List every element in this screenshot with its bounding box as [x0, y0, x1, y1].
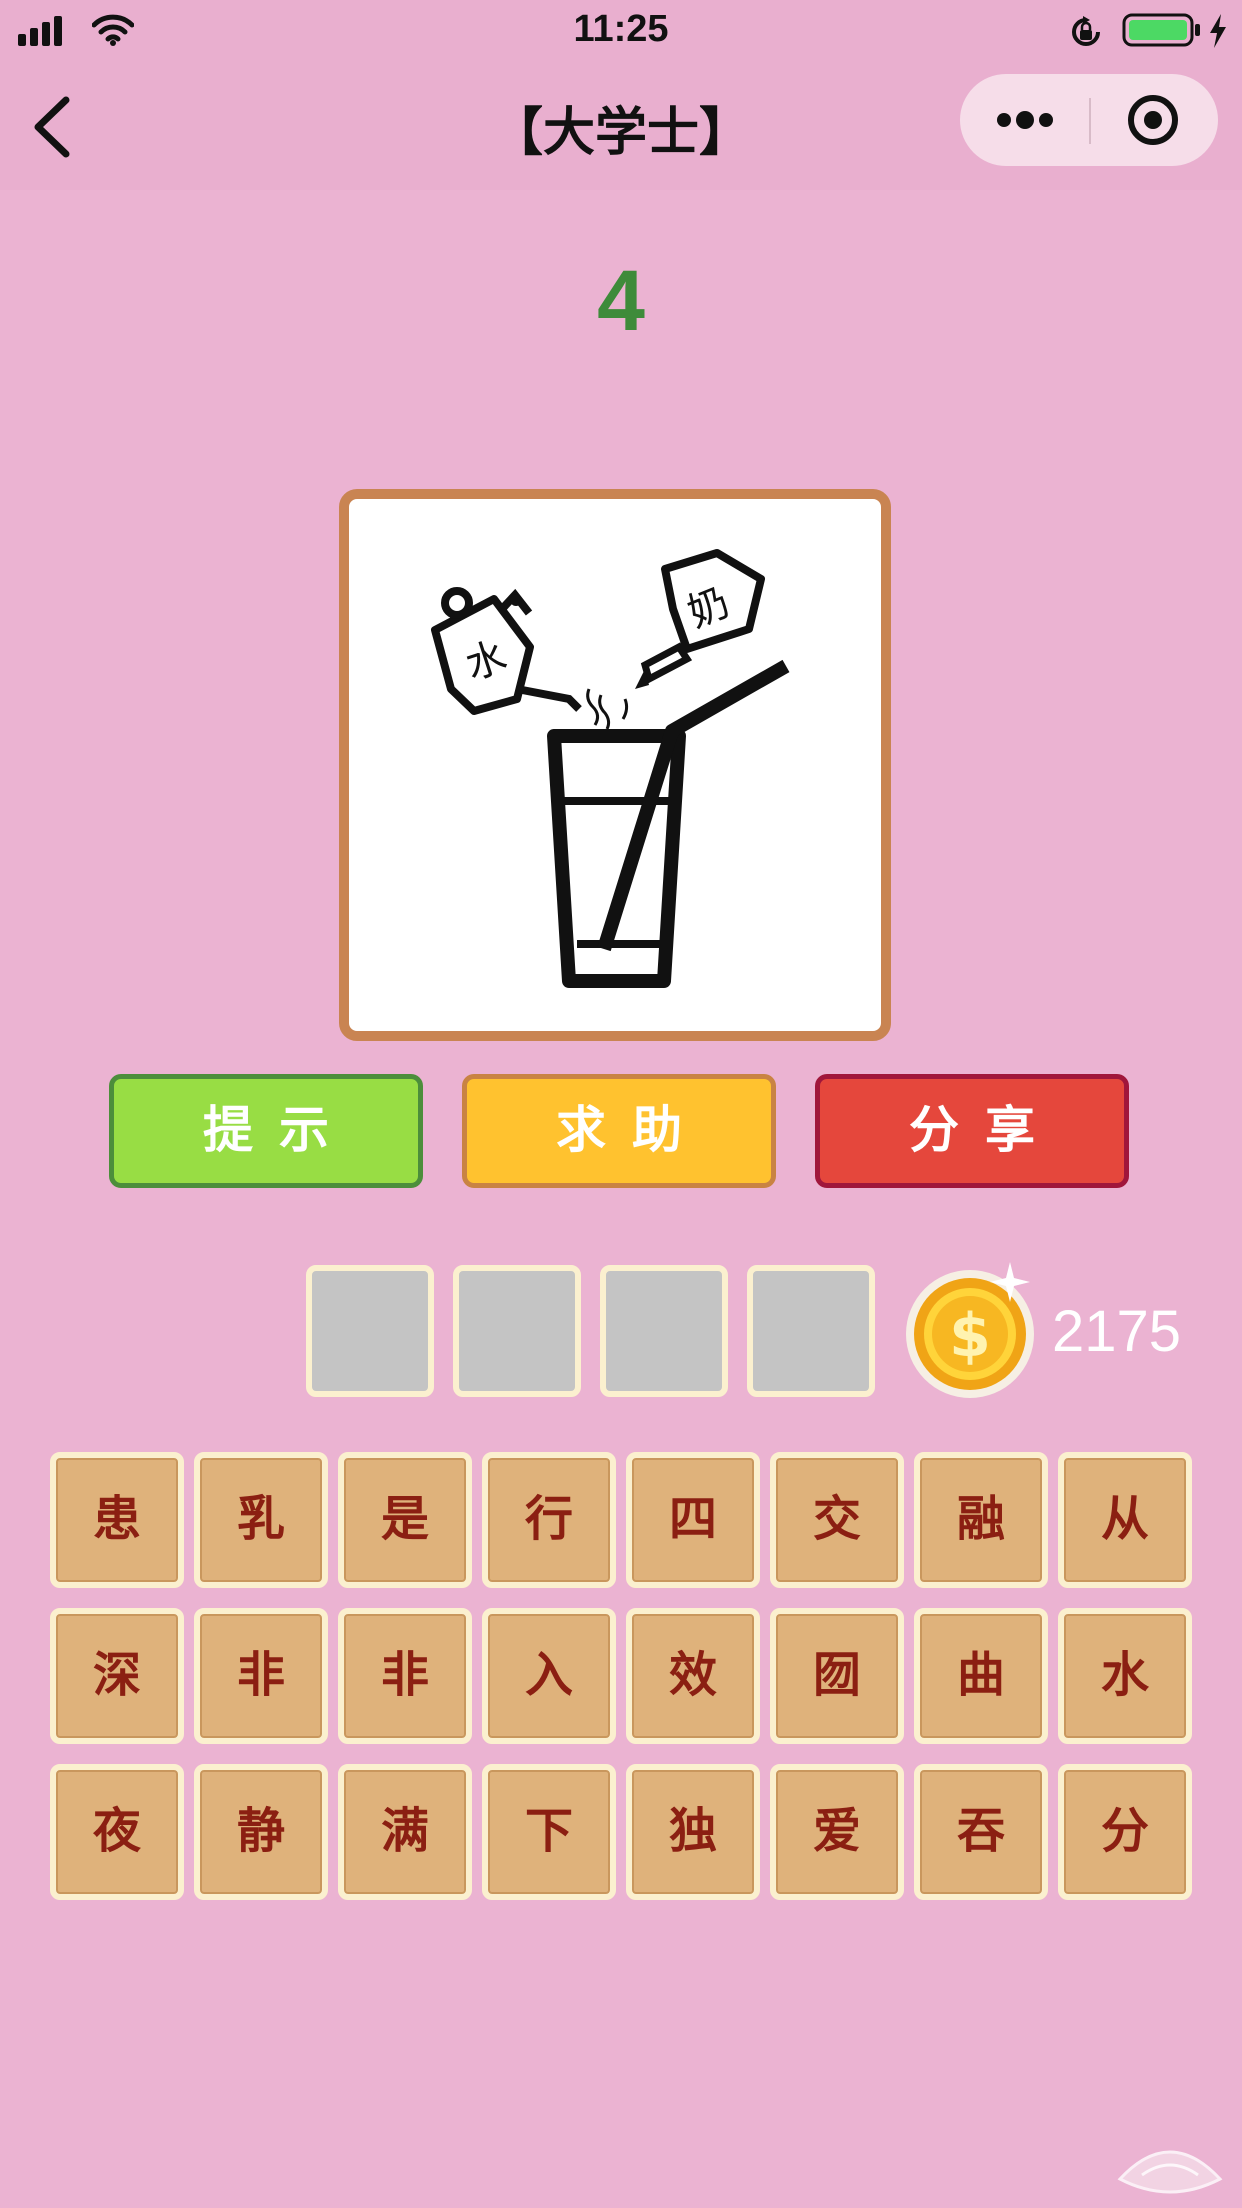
hint-button[interactable]: 提示: [109, 1074, 423, 1188]
milk-tea-puzzle-illustration: 水 奶: [431, 549, 790, 988]
answer-slot-3[interactable]: [600, 1265, 728, 1397]
character-tile[interactable]: 入: [482, 1608, 616, 1744]
character-tile[interactable]: 囫: [770, 1608, 904, 1744]
milk-bottle-icon: 奶: [635, 549, 765, 689]
character-tile[interactable]: 非: [338, 1608, 472, 1744]
answer-slot-4[interactable]: [747, 1265, 875, 1397]
character-tile[interactable]: 曲: [914, 1608, 1048, 1744]
level-number: 4: [597, 253, 645, 349]
more-dots-icon: [997, 111, 1053, 129]
character-tile[interactable]: 下: [482, 1764, 616, 1900]
character-tile[interactable]: 分: [1058, 1764, 1192, 1900]
watermark-logo: [1117, 2150, 1223, 2194]
teapot-icon: 水: [431, 587, 582, 715]
character-tile[interactable]: 独: [626, 1764, 760, 1900]
mini-program-capsule: [960, 74, 1218, 166]
character-tile[interactable]: 效: [626, 1608, 760, 1744]
rotation-lock-icon: [1072, 16, 1100, 46]
share-button[interactable]: 分享: [815, 1074, 1129, 1188]
answer-slot-1[interactable]: [306, 1265, 434, 1397]
character-tile[interactable]: 交: [770, 1452, 904, 1588]
character-tile[interactable]: 吞: [914, 1764, 1048, 1900]
character-tile[interactable]: 爱: [770, 1764, 904, 1900]
coin-count: 2175: [1052, 1299, 1182, 1364]
status-bar: 11:25: [0, 0, 1242, 62]
status-time: 11:25: [573, 8, 669, 50]
gold-coin-icon: $: [906, 1262, 1034, 1398]
character-tile[interactable]: 非: [194, 1608, 328, 1744]
more-menu-button[interactable]: [960, 74, 1089, 166]
character-tile[interactable]: 患: [50, 1452, 184, 1588]
answer-slot-2[interactable]: [453, 1265, 581, 1397]
puzzle-image-frame: 水 奶: [339, 489, 891, 1041]
character-tile[interactable]: 深: [50, 1608, 184, 1744]
character-tile[interactable]: 乳: [194, 1452, 328, 1588]
charging-bolt-icon: [1210, 14, 1226, 48]
character-tile[interactable]: 满: [338, 1764, 472, 1900]
close-mini-program-button[interactable]: [1091, 74, 1218, 166]
character-tile[interactable]: 夜: [50, 1764, 184, 1900]
character-tile[interactable]: 水: [1058, 1608, 1192, 1744]
character-tile[interactable]: 静: [194, 1764, 328, 1900]
character-tile[interactable]: 从: [1058, 1452, 1192, 1588]
character-tile[interactable]: 融: [914, 1452, 1048, 1588]
target-close-icon: [1128, 95, 1178, 145]
battery-icon: [1122, 13, 1200, 47]
character-tile[interactable]: 行: [482, 1452, 616, 1588]
svg-text:$: $: [949, 1301, 991, 1371]
nav-bar: 【大学士】: [0, 62, 1242, 190]
character-tile[interactable]: 是: [338, 1452, 472, 1588]
ask-help-button[interactable]: 求助: [462, 1074, 776, 1188]
character-tile[interactable]: 四: [626, 1452, 760, 1588]
